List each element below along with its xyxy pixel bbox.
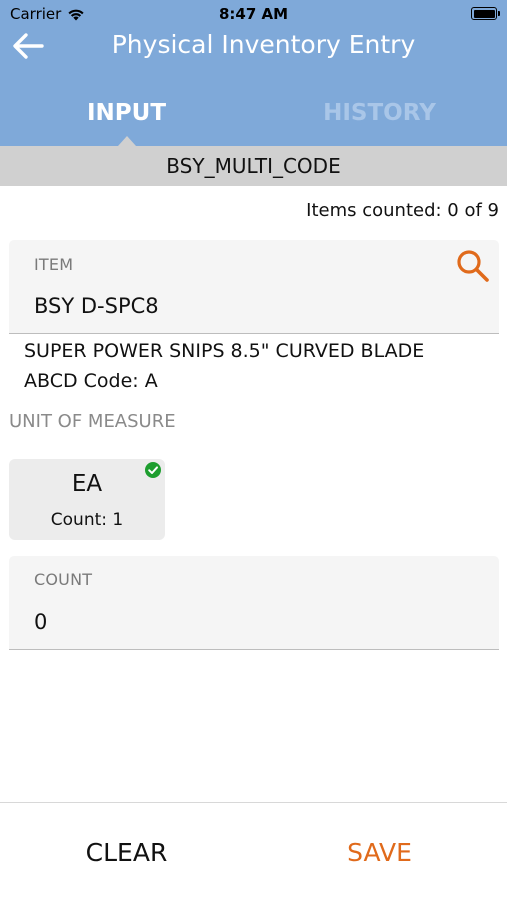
uom-code: EA (71, 471, 103, 497)
item-field[interactable]: ITEM BSY D-SPC8 (9, 240, 499, 334)
page-title: Physical Inventory Entry (111, 30, 416, 59)
count-field[interactable]: COUNT 0 (9, 556, 499, 650)
check-circle-icon (145, 462, 161, 478)
item-field-label: ITEM (34, 255, 74, 274)
tab-input[interactable]: INPUT (0, 88, 253, 138)
app-header: Carrier 8:47 AM Physical Inventory Entry… (0, 0, 507, 146)
item-input[interactable]: BSY D-SPC8 (34, 294, 159, 318)
count-group-bar: BSY_MULTI_CODE (0, 146, 507, 186)
uom-option-ea[interactable]: EA Count: 1 (9, 459, 165, 540)
status-bar: Carrier 8:47 AM (0, 0, 507, 28)
item-description: SUPER POWER SNIPS 8.5" CURVED BLADE (24, 340, 425, 362)
active-tab-indicator (118, 136, 136, 146)
battery-icon (471, 7, 500, 20)
search-icon (457, 250, 489, 282)
tab-bar: INPUT HISTORY (0, 88, 507, 146)
clock: 8:47 AM (218, 5, 289, 23)
uom-count: Count: 1 (50, 510, 124, 530)
count-field-label: COUNT (34, 570, 93, 589)
item-search-button[interactable] (455, 248, 491, 284)
items-counted-text: Items counted: 0 of 9 (306, 200, 499, 221)
count-input[interactable]: 0 (34, 610, 47, 634)
save-button[interactable]: SAVE (253, 803, 506, 900)
unit-of-measure-label: UNIT OF MEASURE (9, 411, 176, 432)
arrow-left-icon (13, 33, 44, 59)
action-footer: CLEAR SAVE (0, 802, 507, 900)
clear-button[interactable]: CLEAR (0, 803, 253, 900)
tab-history[interactable]: HISTORY (253, 88, 506, 138)
back-button[interactable] (6, 28, 50, 64)
abcd-code: ABCD Code: A (24, 370, 158, 392)
